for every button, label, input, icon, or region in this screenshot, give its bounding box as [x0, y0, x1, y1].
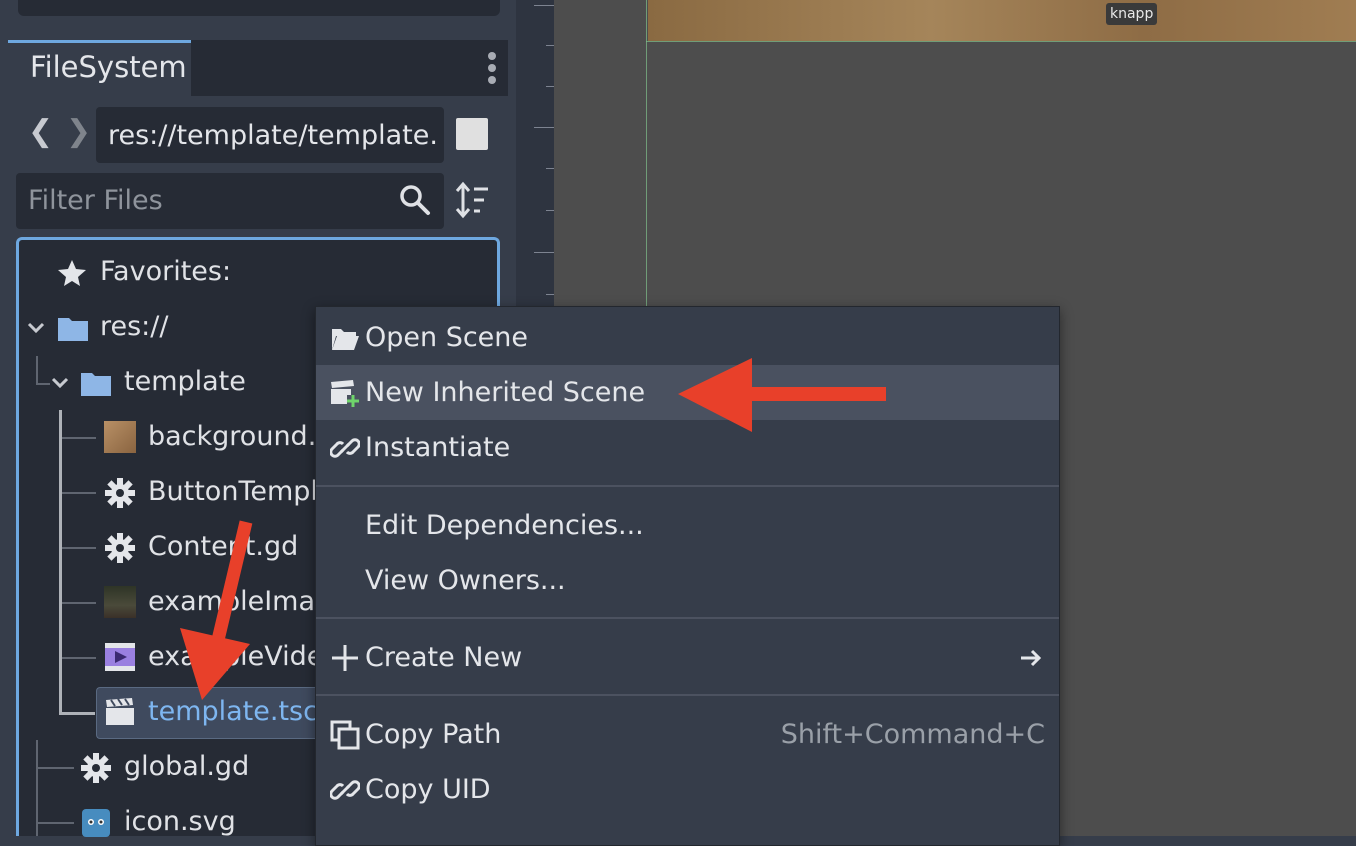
viewport-guide-line: [646, 41, 1356, 42]
scene-panel-bottom: [18, 0, 500, 16]
gear-icon: [81, 753, 111, 783]
back-icon[interactable]: ❮: [28, 114, 53, 149]
menu-item-copy-path[interactable]: Copy Path Shift+Command+C: [316, 707, 1059, 762]
split-mode-icon[interactable]: [456, 118, 488, 150]
menu-item-label: Open Scene: [365, 322, 529, 353]
tree-guide: [62, 547, 96, 549]
tree-item-exampleimage[interactable]: exampleImag: [148, 586, 332, 617]
favorites-label: Favorites:: [100, 256, 232, 287]
tree-item-global-gd[interactable]: global.gd: [124, 751, 249, 782]
menu-item-label: Create New: [365, 642, 523, 673]
menu-item-open-scene[interactable]: Open Scene: [316, 310, 1059, 365]
godot-logo-icon: [82, 809, 110, 837]
menu-item-copy-uid[interactable]: Copy UID: [316, 762, 1059, 817]
search-icon: [400, 185, 430, 215]
tree-guide: [62, 492, 96, 494]
image-thumbnail: [104, 586, 136, 618]
gear-icon: [105, 478, 135, 508]
tree-guide: [36, 356, 38, 384]
chevron-down-icon[interactable]: [26, 320, 46, 336]
panel-menu-icon[interactable]: [478, 48, 506, 88]
link-icon: [330, 780, 360, 800]
folder-icon: [58, 318, 88, 341]
tree-item-res[interactable]: res://: [100, 311, 168, 342]
plus-icon: [332, 645, 358, 671]
chevron-down-icon[interactable]: [50, 375, 70, 391]
menu-item-view-owners[interactable]: View Owners...: [316, 553, 1059, 608]
menu-item-create-new[interactable]: Create New: [316, 630, 1059, 685]
tree-guide: [62, 602, 96, 604]
tree-item-buttontemplate[interactable]: ButtonTempl: [148, 476, 318, 507]
tree-item-background[interactable]: background.: [148, 421, 316, 452]
menu-item-label: Edit Dependencies...: [365, 510, 644, 541]
tree-guide: [38, 822, 74, 824]
menu-item-edit-dependencies[interactable]: Edit Dependencies...: [316, 498, 1059, 553]
scene-clapper-icon: [106, 698, 134, 725]
menu-separator: [316, 485, 1059, 487]
filter-placeholder: Filter Files: [28, 185, 163, 216]
tree-item-template-tscn[interactable]: template.tscn: [148, 696, 335, 727]
menu-item-label: View Owners...: [365, 565, 566, 596]
node-label: knapp: [1106, 3, 1158, 25]
tree-guide: [62, 437, 96, 439]
tree-item-icon-svg[interactable]: icon.svg: [124, 806, 236, 837]
menu-separator: [316, 617, 1059, 619]
arrow-right-icon: [1021, 649, 1042, 667]
tree-item-examplevideo[interactable]: exampleVide: [148, 641, 323, 672]
tree-guide: [59, 712, 95, 715]
tree-guide: [36, 383, 50, 385]
folder-open-icon: [332, 329, 359, 350]
tree-guide: [59, 410, 62, 714]
menu-separator: [316, 694, 1059, 696]
menu-item-label: Instantiate: [365, 432, 511, 463]
scene-inherit-icon: [331, 380, 359, 407]
video-icon: [105, 643, 135, 671]
tree-item-content-gd[interactable]: Content.gd: [148, 531, 298, 562]
tree-item-template[interactable]: template: [124, 366, 246, 397]
menu-item-new-inherited-scene[interactable]: New Inherited Scene: [316, 365, 1059, 420]
gear-icon: [105, 533, 135, 563]
menu-item-shortcut: Shift+Command+C: [780, 719, 1045, 750]
tree-guide: [38, 767, 74, 769]
menu-item-label: Copy Path: [365, 719, 502, 750]
link-icon: [330, 438, 360, 458]
scene-background-image: [648, 0, 1356, 41]
image-thumbnail: [104, 421, 136, 453]
path-input[interactable]: res://template/template.: [96, 107, 444, 163]
menu-item-instantiate[interactable]: Instantiate: [316, 420, 1059, 475]
tree-guide: [62, 657, 96, 659]
context-menu: Open Scene New Inherited Scene Instantia…: [315, 306, 1060, 846]
forward-icon[interactable]: ❯: [66, 114, 91, 149]
sort-icon[interactable]: [454, 180, 492, 220]
star-icon: [58, 260, 86, 286]
menu-item-label: New Inherited Scene: [365, 377, 646, 408]
folder-icon: [81, 373, 111, 396]
tab-filesystem-label: FileSystem: [30, 50, 187, 84]
copy-icon: [330, 720, 360, 750]
menu-item-label: Copy UID: [365, 774, 491, 805]
